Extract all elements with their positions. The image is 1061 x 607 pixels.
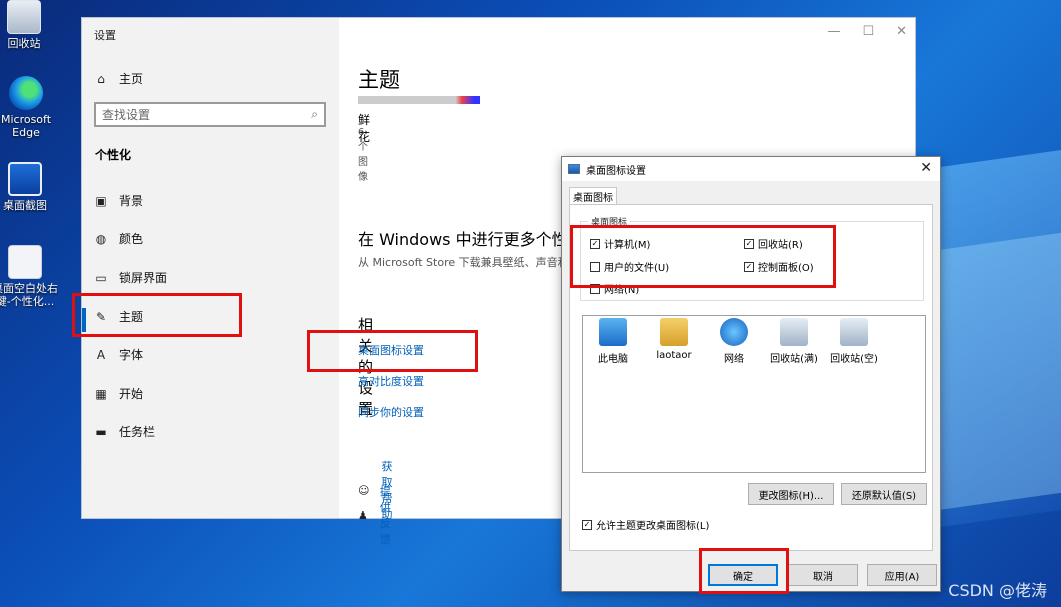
list-item-label: 网络 <box>724 354 744 365</box>
desktop-icon-edge[interactable]: Microsoft Edge <box>0 76 58 139</box>
desktop-icon-settings-dialog: 桌面图标设置 ✕ 桌面图标 桌面图标 ✓ 计算机(M) ✓ 回收站(R) 用户的… <box>561 156 941 592</box>
sidebar-item-label: 主页 <box>119 72 144 86</box>
link-sync-settings[interactable]: 同步你的设置 <box>358 404 424 420</box>
user-folder-icon <box>660 318 688 346</box>
recycle-bin-full-icon <box>780 318 808 346</box>
list-item-label: 此电脑 <box>598 354 628 365</box>
sidebar-item-label: 开始 <box>119 387 144 401</box>
font-icon: A <box>96 347 106 362</box>
change-icon-button[interactable]: 更改图标(H)... <box>748 483 834 505</box>
window-controls: — ☐ ✕ <box>827 24 907 39</box>
feedback-icon: ♟ <box>358 508 368 522</box>
theme-preview[interactable] <box>358 96 480 104</box>
desktop-icon-screenshot[interactable]: 桌面截图 <box>0 162 57 212</box>
page-title: 主题 <box>358 68 400 92</box>
list-item-label: 回收站(满) <box>770 354 818 365</box>
lock-screen-icon: ▭ <box>95 270 107 285</box>
feedback-label: 提供反馈 <box>379 485 391 546</box>
more-personalization-title: 在 Windows 中进行更多个性 <box>358 230 568 249</box>
sidebar-item-colors[interactable]: ◍ 颜色 <box>94 230 143 247</box>
picture-icon: ▣ <box>95 193 107 208</box>
sidebar-item-start[interactable]: ▦ 开始 <box>94 385 143 402</box>
checkbox-allow-themes[interactable]: ✓ 允许主题更改桌面图标(L) <box>582 517 709 532</box>
sidebar-item-label: 任务栏 <box>119 425 156 439</box>
cancel-button[interactable]: 取消 <box>788 564 858 586</box>
list-item-label: 回收站(空) <box>830 354 878 365</box>
sidebar-item-label: 字体 <box>119 348 144 362</box>
search-placeholder: 查找设置 <box>102 108 151 122</box>
recycle-bin-empty-icon <box>840 318 868 346</box>
restore-default-button[interactable]: 还原默认值(S) <box>841 483 927 505</box>
taskbar-icon: ▬ <box>95 424 107 439</box>
search-icon: ⌕ <box>311 107 318 121</box>
sidebar-item-label: 背景 <box>119 194 144 208</box>
list-item-recycle-empty[interactable]: 回收站(空) <box>824 318 884 365</box>
list-item-this-pc[interactable]: 此电脑 <box>583 318 643 365</box>
desktop-icon-recycle-bin[interactable]: 回收站 <box>0 0 56 50</box>
watermark: CSDN @佬涛 <box>948 581 1047 600</box>
sidebar-item-home[interactable]: ⌂ 主页 <box>94 70 143 87</box>
annotation-box-checkboxes <box>570 225 836 288</box>
section-heading: 个性化 <box>95 148 132 162</box>
sidebar-item-lock-screen[interactable]: ▭ 锁屏界面 <box>94 269 167 286</box>
minimize-button[interactable]: — <box>827 24 840 39</box>
annotation-box-ok <box>699 548 789 594</box>
start-icon: ▦ <box>95 386 107 401</box>
link-high-contrast[interactable]: 高对比度设置 <box>358 373 424 389</box>
list-item-user-folder[interactable]: laotaor <box>644 318 704 361</box>
search-input[interactable]: 查找设置 ⌕ <box>94 102 326 127</box>
dialog-titlebar: 桌面图标设置 <box>562 157 940 181</box>
maximize-button[interactable]: ☐ <box>862 24 874 39</box>
desktop-icon-label: 回收站 <box>7 37 41 50</box>
sidebar-item-label: 锁屏界面 <box>119 271 168 285</box>
network-icon <box>720 318 748 346</box>
sidebar-item-label: 颜色 <box>119 232 144 246</box>
edge-icon <box>9 76 43 110</box>
desktop-icon-label: 桌面截图 <box>3 199 47 212</box>
list-item-recycle-full[interactable]: 回收站(满) <box>764 318 824 365</box>
checkbox-label: 允许主题更改桌面图标(L) <box>596 521 710 532</box>
dialog-title: 桌面图标设置 <box>586 165 646 177</box>
checkbox-box: ✓ <box>582 519 592 530</box>
list-item-network[interactable]: 网络 <box>704 318 764 365</box>
recycle-bin-icon <box>7 0 41 34</box>
sidebar-item-fonts[interactable]: A 字体 <box>94 346 143 363</box>
desktop-icon-document[interactable]: 桌面空白处右键-个性化... <box>0 245 59 308</box>
palette-icon: ◍ <box>95 231 107 246</box>
settings-sidebar: 设置 ⌂ 主页 查找设置 ⌕ 个性化 ▣ 背景 ◍ 颜色 ▭ 锁屏界面 ✎ 主题… <box>82 18 339 518</box>
tab-desktop-icons[interactable]: 桌面图标 <box>569 187 617 205</box>
icon-list: 此电脑 laotaor 网络 回收站(满) 回收站(空) <box>582 315 926 473</box>
feedback-link[interactable]: ♟ 提供反馈 <box>358 483 395 547</box>
annotation-box-desktop-icon-settings <box>307 330 478 372</box>
more-personalization-desc: 从 Microsoft Store 下载兼具壁纸、声音和 <box>358 256 569 269</box>
document-icon <box>8 245 42 279</box>
dialog-app-icon <box>568 164 580 174</box>
wallpaper-light-beam-inner <box>940 230 1061 510</box>
window-title: 设置 <box>94 29 116 42</box>
home-icon: ⌂ <box>97 71 105 86</box>
dialog-close-button[interactable]: ✕ <box>920 160 932 176</box>
apply-button[interactable]: 应用(A) <box>867 564 937 586</box>
screenshot-icon <box>8 162 42 196</box>
theme-image-count: 6 个图像 <box>358 127 368 183</box>
desktop-icon-label: 桌面空白处右键-个性化... <box>0 282 58 308</box>
sidebar-item-taskbar[interactable]: ▬ 任务栏 <box>94 423 155 440</box>
close-button[interactable]: ✕ <box>896 24 907 39</box>
list-item-label: laotaor <box>656 350 692 361</box>
desktop-icon-label: Microsoft Edge <box>0 113 52 139</box>
sidebar-item-background[interactable]: ▣ 背景 <box>94 192 143 209</box>
computer-icon <box>599 318 627 346</box>
annotation-box-themes <box>72 293 242 337</box>
